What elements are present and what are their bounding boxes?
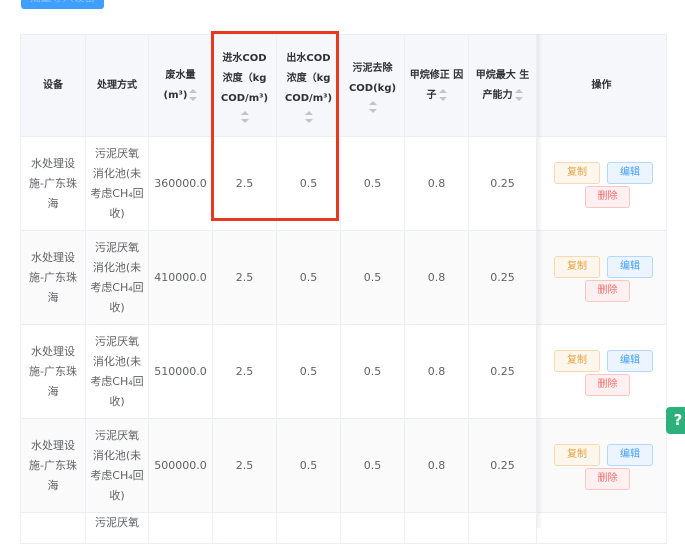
cell-method: 污泥厌氧消化池(未考虑CH₄回收) xyxy=(85,418,149,513)
table-row: 水处理设施-广东珠海 污泥厌氧消化池(未考虑CH₄回收) 410000.0 2.… xyxy=(20,230,667,325)
cell-cod-in: 2.5 xyxy=(212,324,277,419)
cell-mcf: 0.8 xyxy=(404,324,469,419)
header-actions: 操作 xyxy=(536,34,667,137)
cell-sludge-cod: 0.5 xyxy=(340,324,405,419)
cell-wastewater: 360000.0 xyxy=(148,136,213,231)
cell-device: 水处理设施-广东珠海 xyxy=(20,230,86,325)
delete-button[interactable]: 删除 xyxy=(585,279,630,302)
cell-actions: 复制 编辑 删除 xyxy=(536,230,667,325)
table-row: 水处理设施-广东珠海 污泥厌氧消化池(未考虑CH₄回收) 360000.0 2.… xyxy=(20,136,667,231)
header-bo[interactable]: 甲烷最大 生产能力 xyxy=(468,34,537,137)
cell-wastewater: 410000.0 xyxy=(148,230,213,325)
header-wastewater[interactable]: 废水量 (m³) xyxy=(148,34,213,137)
cell-cod-in: 2.5 xyxy=(212,418,277,513)
cell-mcf: 0.8 xyxy=(404,418,469,513)
cell-bo: 0.25 xyxy=(468,230,537,325)
cell-bo: 0.25 xyxy=(468,324,537,419)
cell-sludge-cod: 0.5 xyxy=(340,418,405,513)
delete-button[interactable]: 删除 xyxy=(585,467,630,490)
sort-icon[interactable] xyxy=(189,88,198,101)
cell-actions: 复制 编辑 删除 xyxy=(536,418,667,513)
cell-sludge-cod: 0.5 xyxy=(340,230,405,325)
sort-icon[interactable] xyxy=(514,88,523,101)
copy-button[interactable]: 复制 xyxy=(554,161,600,184)
batch-import-label: 批量导入设备 xyxy=(21,0,104,9)
cell-cod-out: 0.5 xyxy=(276,324,341,419)
header-cod-in[interactable]: 进水COD 浓度（kg COD/m³) xyxy=(212,34,277,137)
copy-button[interactable]: 复制 xyxy=(554,255,600,278)
cell-cod-in: 2.5 xyxy=(212,136,277,231)
table-row: 水处理设施-广东珠海 污泥厌氧消化池(未考虑CH₄回收) 510000.0 2.… xyxy=(20,324,667,419)
cell-device: 水处理设施-广东珠海 xyxy=(20,324,86,419)
delete-button[interactable]: 删除 xyxy=(585,373,630,396)
cell-method: 污泥厌氧消化池(未考虑CH₄回收) xyxy=(85,230,149,325)
header-method: 处理方式 xyxy=(85,34,149,137)
cell-mcf: 0.8 xyxy=(404,230,469,325)
edit-button[interactable]: 编辑 xyxy=(607,161,653,184)
delete-button[interactable]: 删除 xyxy=(585,185,630,208)
cell-cod-out: 0.5 xyxy=(276,418,341,513)
table-row-partial: 污泥厌氧 xyxy=(20,512,667,544)
cell-wastewater: 500000.0 xyxy=(148,418,213,513)
edit-button[interactable]: 编辑 xyxy=(607,349,653,372)
cell-actions: 复制 编辑 删除 xyxy=(536,136,667,231)
edit-button[interactable]: 编辑 xyxy=(607,255,653,278)
copy-button[interactable]: 复制 xyxy=(554,443,600,466)
help-button[interactable]: ? xyxy=(666,407,685,434)
cell-method: 污泥厌氧消化池(未考虑CH₄回收) xyxy=(85,324,149,419)
cell-cod-out: 0.5 xyxy=(276,230,341,325)
cell-device: 水处理设施-广东珠海 xyxy=(20,136,86,231)
table-header-row: 设备 处理方式 废水量 (m³) 进水COD 浓度（kg COD/m³) 出水C… xyxy=(20,34,667,137)
header-device: 设备 xyxy=(20,34,86,137)
equipment-table: 设备 处理方式 废水量 (m³) 进水COD 浓度（kg COD/m³) 出水C… xyxy=(20,34,667,544)
cell-mcf: 0.8 xyxy=(404,136,469,231)
cell-sludge-cod: 0.5 xyxy=(340,136,405,231)
header-sludge-cod[interactable]: 污泥去除 COD(kg) xyxy=(340,34,405,137)
table-row: 水处理设施-广东珠海 污泥厌氧消化池(未考虑CH₄回收) 500000.0 2.… xyxy=(20,418,667,513)
header-cod-out[interactable]: 出水COD 浓度（kg COD/m³) xyxy=(276,34,341,137)
edit-button[interactable]: 编辑 xyxy=(607,443,653,466)
cell-wastewater: 510000.0 xyxy=(148,324,213,419)
cell-method: 污泥厌氧 xyxy=(85,512,149,544)
cell-device: 水处理设施-广东珠海 xyxy=(20,418,86,513)
cell-bo: 0.25 xyxy=(468,418,537,513)
sort-icon[interactable] xyxy=(304,110,313,123)
header-mcf[interactable]: 甲烷修正 因子 xyxy=(404,34,469,137)
sort-icon[interactable] xyxy=(438,88,447,101)
cell-cod-out: 0.5 xyxy=(276,136,341,231)
cell-cod-in: 2.5 xyxy=(212,230,277,325)
sort-icon[interactable] xyxy=(368,100,377,113)
cell-bo: 0.25 xyxy=(468,136,537,231)
sort-icon[interactable] xyxy=(240,110,249,123)
cell-actions: 复制 编辑 删除 xyxy=(536,324,667,419)
batch-import-button[interactable]: 批量导入设备 xyxy=(21,0,104,9)
copy-button[interactable]: 复制 xyxy=(554,349,600,372)
cell-method: 污泥厌氧消化池(未考虑CH₄回收) xyxy=(85,136,149,231)
